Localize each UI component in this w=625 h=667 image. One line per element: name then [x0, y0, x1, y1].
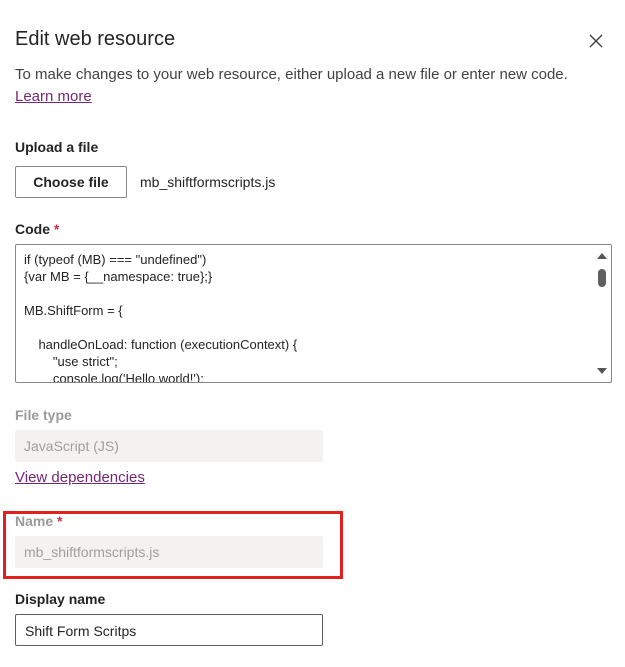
code-line: handleOnLoad: function (executionContext… [24, 337, 298, 352]
view-dependencies-link[interactable]: View dependencies [15, 469, 145, 486]
scroll-up-arrow-icon[interactable] [597, 253, 607, 259]
required-mark: * [53, 221, 60, 237]
name-label: Name * [15, 513, 62, 529]
description-text: To make changes to your web resource, ei… [15, 66, 568, 83]
close-icon [589, 34, 603, 48]
code-line: console.log('Hello world!'); [24, 371, 204, 383]
display-name-label: Display name [15, 591, 106, 607]
code-line: "use strict"; [24, 354, 118, 369]
file-type-label: File type [15, 407, 72, 423]
scroll-down-arrow-icon[interactable] [597, 368, 607, 374]
code-line: if (typeof (MB) === "undefined") [24, 252, 207, 267]
choose-file-button[interactable]: Choose file [15, 166, 127, 198]
choose-file-label: Choose file [33, 174, 109, 190]
code-label-text: Code [15, 221, 50, 237]
code-line: {var MB = {__namespace: true};} [24, 269, 213, 284]
scroll-thumb[interactable] [598, 269, 606, 287]
uploaded-filename: mb_shiftformscripts.js [140, 174, 276, 190]
code-scrollbar[interactable] [595, 249, 609, 378]
display-name-input[interactable]: Shift Form Scritps [15, 614, 323, 646]
file-type-field: JavaScript (JS) [15, 430, 323, 462]
panel-description: To make changes to your web resource, ei… [15, 64, 615, 108]
code-text[interactable]: if (typeof (MB) === "undefined") {var MB … [24, 251, 589, 383]
close-button[interactable] [585, 30, 607, 52]
code-label: Code * [15, 221, 59, 237]
required-mark: * [57, 513, 63, 529]
code-line: MB.ShiftForm = { [24, 303, 123, 318]
upload-label: Upload a file [15, 139, 99, 155]
name-label-text: Name [15, 513, 54, 529]
panel-title: Edit web resource [15, 28, 176, 50]
name-field: mb_shiftformscripts.js [15, 536, 323, 568]
code-editor[interactable]: if (typeof (MB) === "undefined") {var MB … [15, 244, 612, 383]
learn-more-link[interactable]: Learn more [15, 88, 92, 105]
